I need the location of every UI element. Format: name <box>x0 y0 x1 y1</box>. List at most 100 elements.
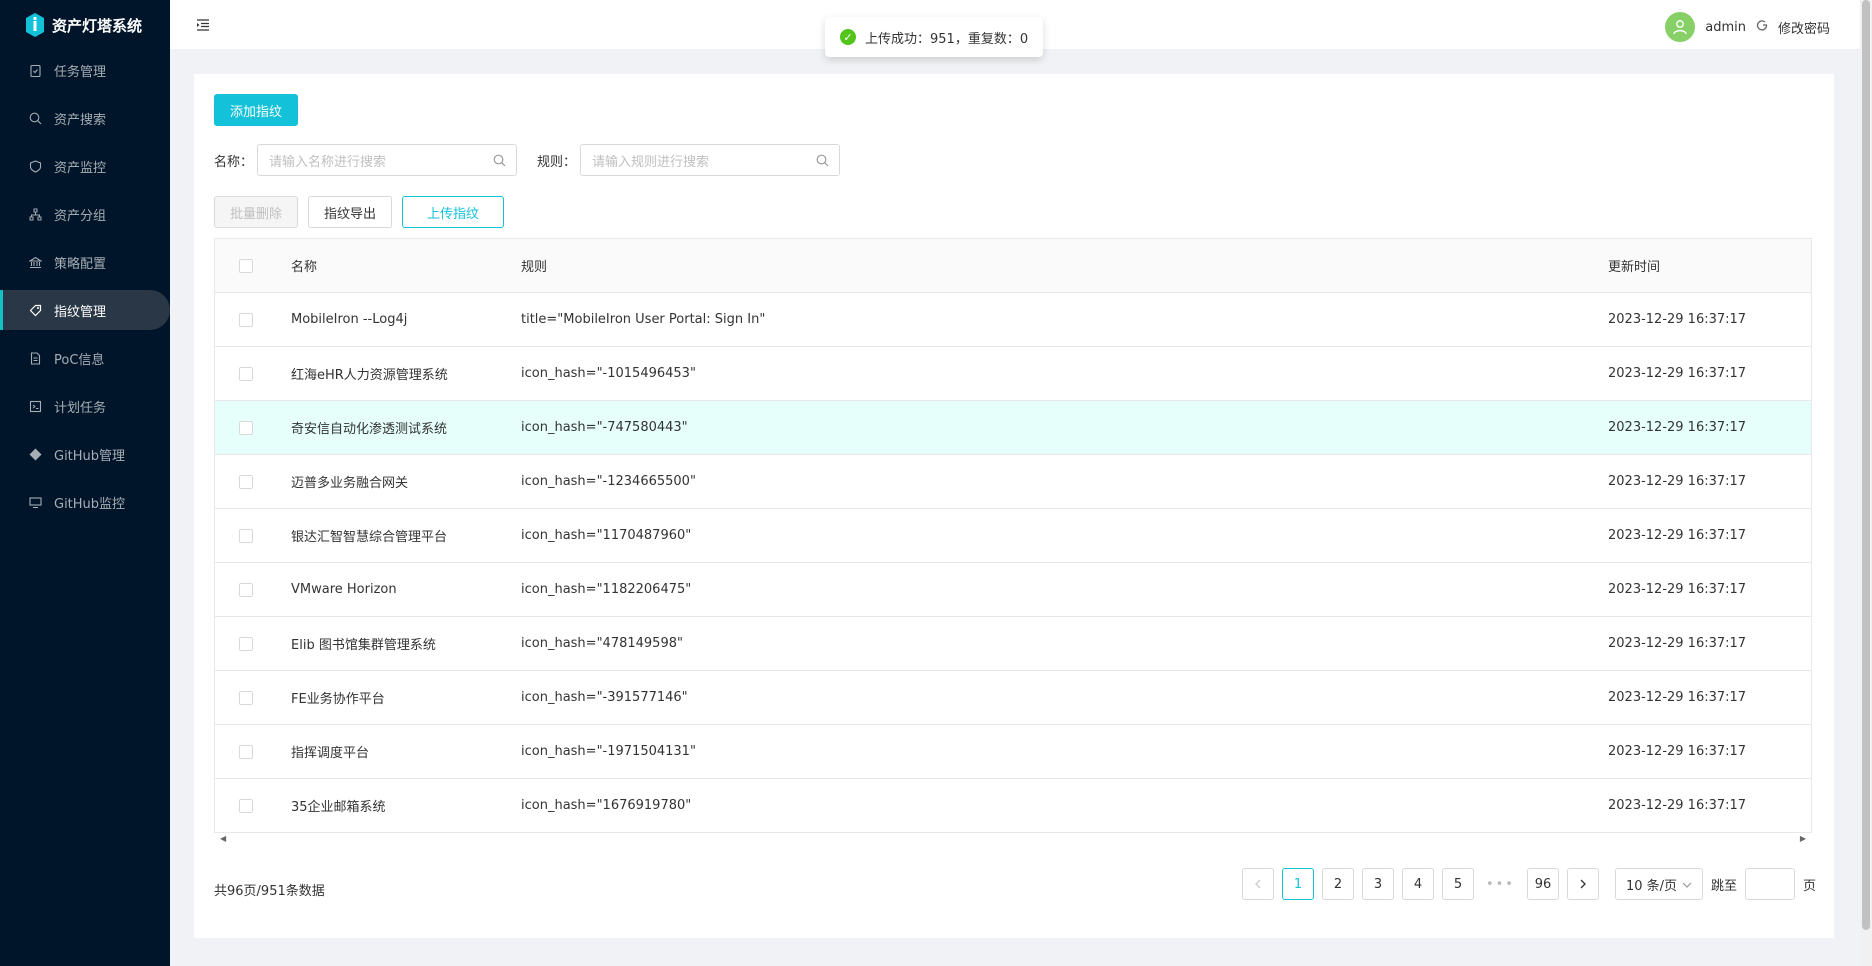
cell-name: 红海eHR人力资源管理系统 <box>291 368 448 383</box>
page-last[interactable]: 96 <box>1526 868 1559 900</box>
next-page-button[interactable] <box>1566 868 1599 900</box>
sidebar-item-label: 策略配置 <box>54 256 107 272</box>
page-numbers: 12345 <box>1281 868 1474 900</box>
name-filter-label: 名称： <box>214 154 254 170</box>
row-checkbox[interactable] <box>239 798 253 813</box>
cell-time: 2023-12-29 16:37:17 <box>1608 690 1747 705</box>
cell-name: 奇安信自动化渗透测试系统 <box>291 422 448 437</box>
pagination-summary: 共96页/951条数据 <box>214 884 325 899</box>
cell-rule: icon_hash="1170487960" <box>521 528 692 543</box>
name-search-input[interactable]: 请输入名称进行搜索 <box>257 144 518 176</box>
avatar[interactable] <box>1665 12 1696 42</box>
check-circle-icon: ✓ <box>840 29 856 45</box>
page-2[interactable]: 2 <box>1321 868 1354 900</box>
page-ellipsis[interactable]: ••• <box>1481 868 1519 900</box>
cell-time: 2023-12-29 16:37:17 <box>1608 312 1747 327</box>
table-row[interactable]: 奇安信自动化渗透测试系统 icon_hash="-747580443" 2023-1… <box>215 401 1811 455</box>
table-row[interactable]: Elib 图书馆集群管理系统 icon_hash="478149598" 2023-… <box>215 617 1811 671</box>
cell-rule: icon_hash="-1971504131" <box>521 744 696 759</box>
table-row[interactable]: 银达汇智智慧综合管理平台 icon_hash="1170487960" 2023-1… <box>215 509 1811 563</box>
row-checkbox[interactable] <box>239 690 253 705</box>
table-row[interactable]: 指挥调度平台 icon_hash="-1971504131" 2023-12-29 … <box>215 725 1811 779</box>
sidebar-nav: 任务管理资产搜索资产监控资产分组策略配置指纹管理 PoC信息计划任务 GitHub管… <box>0 50 170 522</box>
sidebar-item-label: 资产监控 <box>54 160 107 176</box>
logout-icon[interactable] <box>1756 19 1768 35</box>
table-row[interactable]: 红海eHR人力资源管理系统 icon_hash="-1015496453" 2023… <box>215 347 1811 401</box>
content-card: 添加指纹 名称： 请输入名称进行搜索 规则： 请输入规则进行搜索 批量删除 指纹… <box>194 74 1834 938</box>
sidebar-item-9[interactable]: GitHub监控 <box>0 482 170 522</box>
sidebar-item-7[interactable]: 计划任务 <box>0 386 170 426</box>
page-size-select[interactable]: 10 条/页 <box>1614 868 1703 900</box>
export-fingerprint-button[interactable]: 指纹导出 <box>308 196 393 228</box>
cell-name: Elib 图书馆集群管理系统 <box>291 638 436 653</box>
page-3[interactable]: 3 <box>1361 868 1394 900</box>
row-checkbox[interactable] <box>239 636 253 651</box>
select-all-checkbox[interactable] <box>239 258 253 273</box>
action-buttons: 批量删除 指纹导出 上传指纹 <box>214 196 505 228</box>
row-checkbox[interactable] <box>239 528 253 543</box>
sidebar-item-6[interactable]: PoC信息 <box>0 338 170 378</box>
sidebar-item-2[interactable]: 资产监控 <box>0 146 170 186</box>
row-checkbox[interactable] <box>239 420 253 435</box>
search-icon[interactable] <box>493 154 506 167</box>
cell-name: FE业务协作平台 <box>291 692 385 707</box>
git-icon <box>28 447 42 461</box>
cell-time: 2023-12-29 16:37:17 <box>1608 420 1747 435</box>
cell-time: 2023-12-29 16:37:17 <box>1608 636 1747 651</box>
table-row[interactable]: 迈普多业务融合网关 icon_hash="-1234665500" 2023-12-… <box>215 455 1811 509</box>
row-checkbox[interactable] <box>239 744 253 759</box>
search-icon <box>28 111 42 125</box>
rule-search-input[interactable]: 请输入规则进行搜索 <box>580 144 841 176</box>
prev-page-button[interactable] <box>1241 868 1274 900</box>
sidebar-item-4[interactable]: 策略配置 <box>0 242 170 282</box>
row-checkbox[interactable] <box>239 366 253 381</box>
table-row[interactable]: 35企业邮箱系统 icon_hash="1676919780" 2023-12-29… <box>215 779 1811 833</box>
jump-page-input[interactable] <box>1744 868 1795 900</box>
cell-rule: icon_hash="1182206475" <box>521 582 692 597</box>
row-checkbox[interactable] <box>239 474 253 489</box>
search-row: 名称： 请输入名称进行搜索 规则： 请输入规则进行搜索 <box>214 144 841 176</box>
column-header-time: 更新时间 <box>1608 260 1661 275</box>
sidebar-item-label: 资产搜索 <box>54 112 107 128</box>
table-row[interactable]: FE业务协作平台 icon_hash="-391577146" 2023-12-29… <box>215 671 1811 725</box>
page-1[interactable]: 1 <box>1281 868 1314 900</box>
scroll-left-icon[interactable]: ◀ <box>220 834 226 843</box>
sidebar: 资产灯塔系统 任务管理 资产搜索 资产监控 资产分组 策略配置 指纹管理 PoC信息 计划任务… <box>0 0 170 966</box>
table-row[interactable]: VMware Horizon icon_hash="1182206475" 2023… <box>215 563 1811 617</box>
batch-delete-button[interactable]: 批量删除 <box>214 196 299 228</box>
vertical-scrollbar[interactable] <box>1860 0 1872 966</box>
sidebar-item-0[interactable]: 任务管理 <box>0 50 170 90</box>
sidebar-item-label: 资产分组 <box>54 208 107 224</box>
cell-rule: icon_hash="-391577146" <box>521 690 688 705</box>
table-row[interactable]: MobileIron --Log4j title="MobileIron User… <box>215 293 1811 347</box>
search-icon[interactable] <box>816 154 829 167</box>
sidebar-item-label: 指纹管理 <box>54 304 107 320</box>
table-body: MobileIron --Log4j title="MobileIron User… <box>215 293 1811 833</box>
cell-time: 2023-12-29 16:37:17 <box>1608 582 1747 597</box>
page-5[interactable]: 5 <box>1441 868 1474 900</box>
sidebar-item-8[interactable]: GitHub管理 <box>0 434 170 474</box>
shield-icon <box>28 159 42 173</box>
table-header: 名称 规则 更新时间 <box>215 239 1811 293</box>
menu-fold-icon[interactable] <box>196 19 210 31</box>
sidebar-item-1[interactable]: 资产搜索 <box>0 98 170 138</box>
row-checkbox[interactable] <box>239 312 253 327</box>
toast-message: 上传成功：951，重复数：0 <box>865 31 1029 47</box>
scrollbar-thumb[interactable] <box>1862 0 1870 930</box>
scroll-right-icon[interactable]: ▶ <box>1800 834 1806 843</box>
username[interactable]: admin <box>1705 20 1746 35</box>
column-header-name: 名称 <box>291 260 318 275</box>
sidebar-item-label: GitHub监控 <box>54 496 126 512</box>
sidebar-item-5[interactable]: 指纹管理 <box>0 290 170 330</box>
success-toast: ✓ 上传成功：951，重复数：0 <box>825 17 1044 57</box>
add-fingerprint-button[interactable]: 添加指纹 <box>214 94 299 126</box>
cell-rule: icon_hash="-747580443" <box>521 420 688 435</box>
sidebar-item-label: 任务管理 <box>54 64 107 80</box>
page-4[interactable]: 4 <box>1401 868 1434 900</box>
change-password-link[interactable]: 修改密码 <box>1778 18 1830 37</box>
upload-fingerprint-button[interactable]: 上传指纹 <box>402 196 505 228</box>
sidebar-item-label: GitHub管理 <box>54 448 126 464</box>
horizontal-scrollbar[interactable]: ◀ ▶ <box>214 832 1812 844</box>
sidebar-item-3[interactable]: 资产分组 <box>0 194 170 234</box>
row-checkbox[interactable] <box>239 582 253 597</box>
